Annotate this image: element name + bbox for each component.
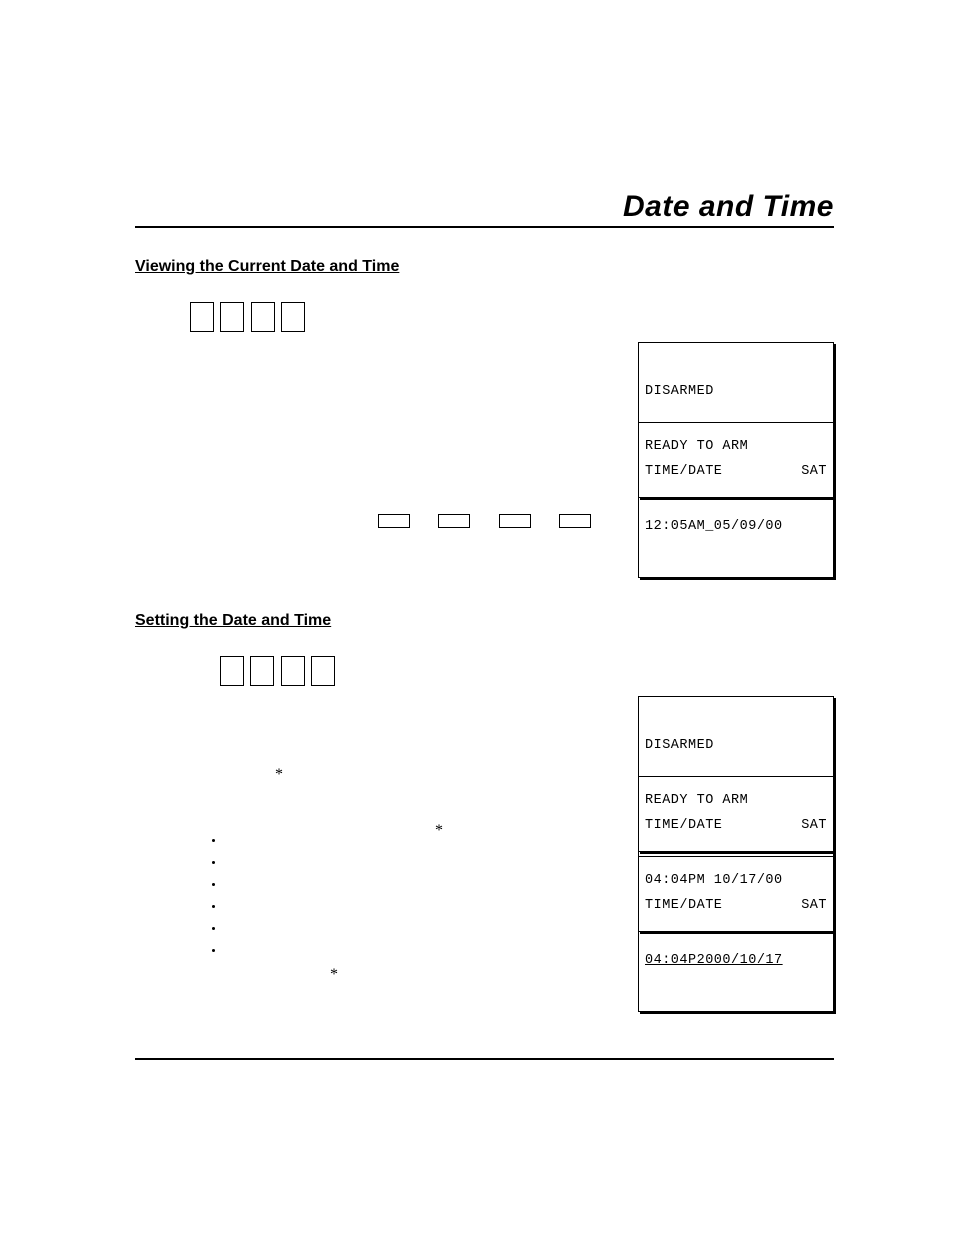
code-digit-box	[190, 302, 214, 332]
page-title: Date and Time	[623, 190, 834, 223]
code-digit-box	[250, 656, 274, 686]
lcd-label: TIME/DATE	[645, 463, 722, 481]
code-digit-box	[251, 302, 275, 332]
lcd-day: SAT	[801, 897, 827, 915]
title-rule: Date and Time	[135, 190, 834, 228]
row-timeset-1: * TIME/DATE SAT 04:04PM 10/17/00	[135, 726, 834, 816]
lcd-line: TIME/DATE SAT	[645, 897, 827, 915]
asterisk-marker: *	[330, 966, 338, 984]
code-digit-box	[281, 656, 305, 686]
section-heading-setting: Setting the Date and Time	[135, 612, 834, 630]
bullet-item	[225, 874, 228, 896]
lcd-line: 04:04P2000/10/17	[645, 952, 827, 970]
lcd-timedate-set2: TIME/DATE SAT 04:04P2000/10/17	[638, 856, 834, 1012]
code-digit-box	[220, 302, 244, 332]
bullet-item	[225, 896, 228, 918]
code-entry-boxes-2	[220, 656, 834, 686]
footer-rule	[135, 1058, 834, 1060]
code-digit-box	[220, 656, 244, 686]
code-digit-box	[281, 302, 305, 332]
bullet-item	[225, 830, 228, 852]
code-entry-boxes-1	[190, 302, 834, 332]
asterisk-marker: *	[435, 822, 443, 840]
lcd-day: SAT	[801, 463, 827, 481]
row-timeview: TIME/DATE SAT 12:05AM_05/09/00	[135, 372, 834, 482]
section-heading-viewing: Viewing the Current Date and Time	[135, 258, 834, 276]
key-box	[378, 514, 410, 528]
bullet-item	[225, 852, 228, 874]
lcd-label: TIME/DATE	[645, 897, 722, 915]
code-digit-box	[311, 656, 335, 686]
key-box	[559, 514, 591, 528]
row-code-entry-2: DISARMED READY TO ARM	[135, 656, 834, 726]
key-box	[438, 514, 470, 528]
key-box	[499, 514, 531, 528]
lcd-line: TIME/DATE SAT	[645, 463, 827, 481]
row-key-boxes	[135, 482, 834, 572]
row-code-entry-1: DISARMED READY TO ARM	[135, 302, 834, 372]
bullet-list	[205, 830, 228, 962]
document-page: Date and Time Viewing the Current Date a…	[0, 0, 954, 1235]
bullet-item	[225, 918, 228, 940]
bullet-item	[225, 940, 228, 962]
row-timeset-2: * * TIME/DATE SAT 04:04P2000/10/17	[135, 816, 834, 986]
asterisk-marker: *	[275, 766, 283, 784]
